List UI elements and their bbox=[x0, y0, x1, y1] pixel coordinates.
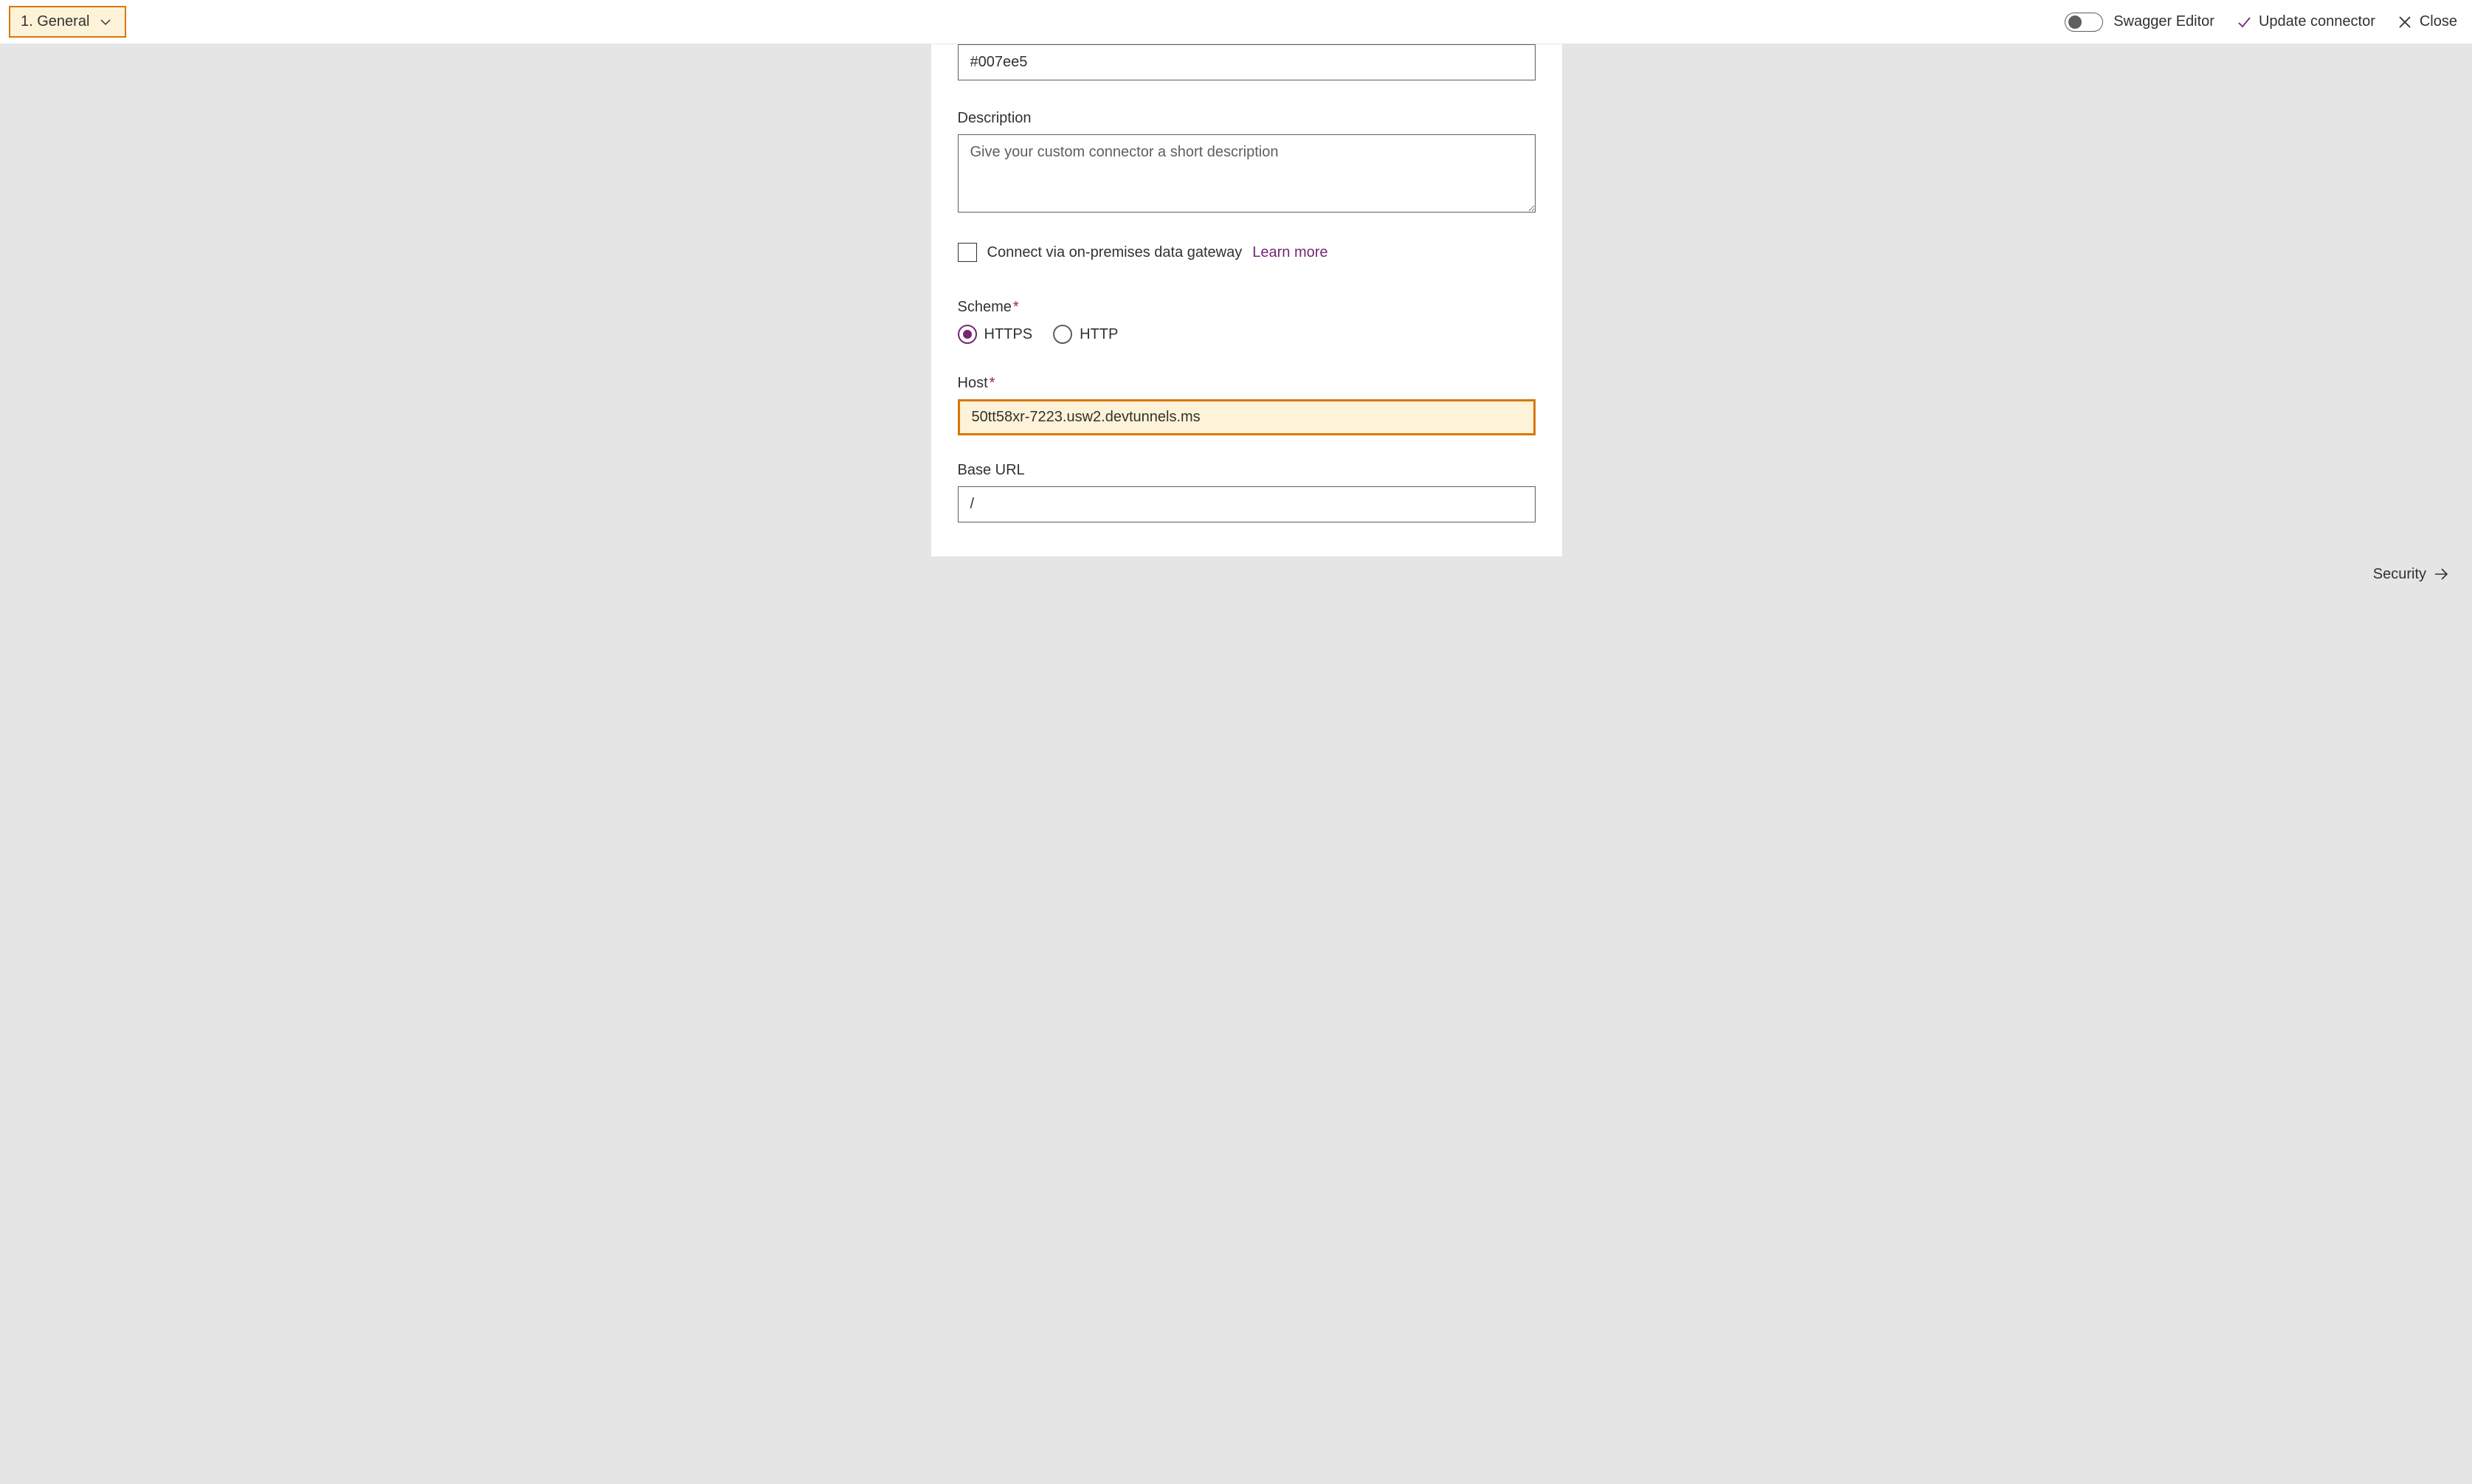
swagger-toggle-group: Swagger Editor bbox=[2065, 13, 2214, 32]
toggle-knob bbox=[2068, 15, 2082, 29]
baseurl-input[interactable] bbox=[958, 486, 1536, 522]
scheme-label: Scheme* bbox=[958, 299, 1536, 316]
update-label: Update connector bbox=[2259, 13, 2375, 30]
radio-https[interactable]: HTTPS bbox=[958, 325, 1033, 344]
host-input[interactable] bbox=[958, 399, 1536, 435]
close-icon bbox=[2397, 15, 2412, 30]
next-label: Security bbox=[2373, 566, 2426, 583]
radio-https-label: HTTPS bbox=[984, 326, 1033, 343]
radio-button-icon bbox=[958, 325, 977, 344]
description-label: Description bbox=[958, 110, 1536, 127]
checkmark-icon bbox=[2237, 15, 2251, 30]
radio-http-label: HTTP bbox=[1080, 326, 1118, 343]
chevron-down-icon bbox=[100, 16, 111, 28]
description-textarea[interactable] bbox=[958, 134, 1536, 213]
gateway-label: Connect via on-premises data gateway bbox=[987, 244, 1243, 261]
swagger-label: Swagger Editor bbox=[2113, 13, 2214, 30]
gateway-checkbox[interactable] bbox=[958, 243, 977, 262]
learn-more-link[interactable]: Learn more bbox=[1252, 244, 1328, 261]
radio-http[interactable]: HTTP bbox=[1053, 325, 1118, 344]
swagger-toggle[interactable] bbox=[2065, 13, 2103, 32]
icon-color-input[interactable] bbox=[958, 44, 1536, 80]
arrow-right-icon bbox=[2432, 565, 2450, 583]
host-label: Host* bbox=[958, 375, 1536, 392]
close-button[interactable]: Close bbox=[2397, 13, 2457, 30]
close-label: Close bbox=[2420, 13, 2457, 30]
footer: Security bbox=[0, 556, 2472, 590]
next-security-button[interactable]: Security bbox=[2373, 565, 2450, 583]
breadcrumb-label: 1. General bbox=[21, 13, 89, 30]
content-area: Description Connect via on-premises data… bbox=[0, 44, 2472, 556]
radio-button-icon bbox=[1053, 325, 1072, 344]
baseurl-label: Base URL bbox=[958, 462, 1536, 479]
update-connector-button[interactable]: Update connector bbox=[2237, 13, 2375, 30]
top-controls: Swagger Editor Update connector Close bbox=[2065, 13, 2457, 32]
breadcrumb-step-dropdown[interactable]: 1. General bbox=[9, 6, 126, 38]
top-bar: 1. General Swagger Editor Update connect… bbox=[0, 0, 2472, 44]
form-panel: Description Connect via on-premises data… bbox=[931, 44, 1562, 556]
